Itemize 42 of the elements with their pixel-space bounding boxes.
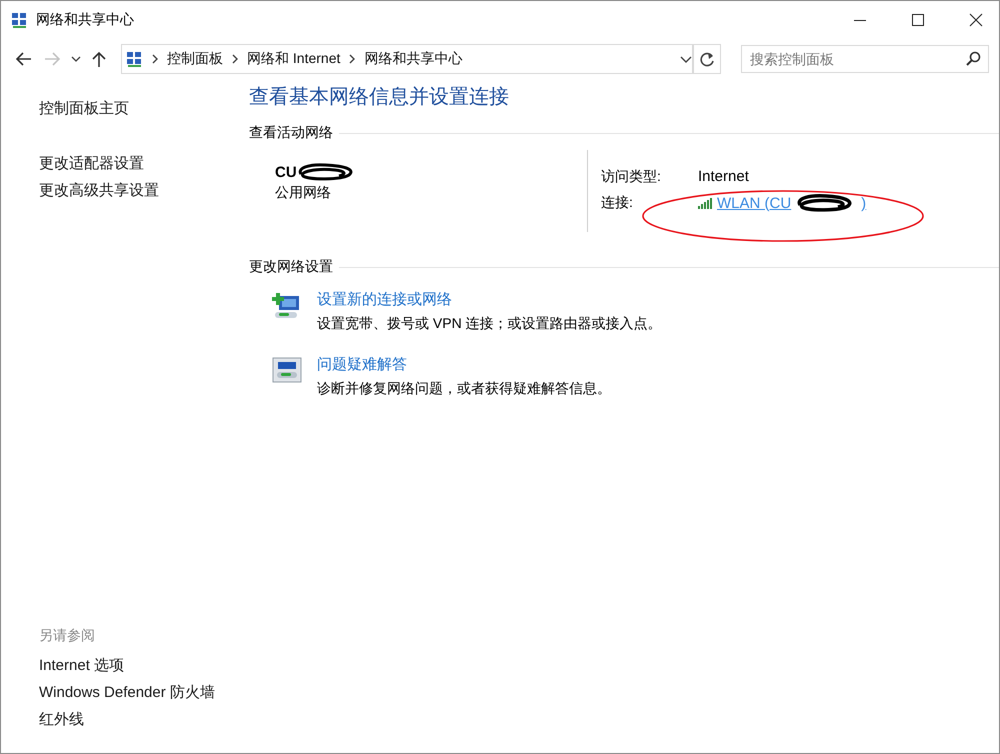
task-link[interactable]: 问题疑难解答 — [317, 355, 611, 374]
up-icon[interactable] — [91, 50, 107, 68]
chevron-icon — [348, 53, 356, 65]
field-label: 连接: — [601, 194, 634, 212]
window-title: 网络和共享中心 — [36, 11, 135, 29]
dropdown-icon[interactable] — [680, 54, 692, 64]
chevron-icon — [231, 53, 239, 65]
see-also-heading: 另请参阅 — [39, 627, 96, 645]
close-icon — [969, 13, 983, 27]
network-category: 公用网络 — [275, 184, 332, 202]
sidebar-link[interactable]: 更改适配器设置 — [39, 154, 249, 173]
search-field[interactable]: 搜索控制面板 — [741, 45, 989, 73]
refresh-button[interactable] — [693, 44, 721, 74]
task-link[interactable]: 设置新的连接或网络 — [317, 290, 662, 309]
task-description: 诊断并修复网络问题，或者获得疑难解答信息。 — [317, 380, 611, 398]
maximize-icon — [911, 13, 925, 27]
see-also-link[interactable]: 红外线 — [39, 710, 249, 729]
section-heading: 更改网络设置 — [249, 258, 333, 276]
breadcrumb-item[interactable]: 网络和共享中心 — [364, 50, 462, 68]
back-icon[interactable] — [15, 51, 33, 67]
troubleshoot-icon — [271, 355, 303, 385]
field-label: 访问类型: — [601, 168, 662, 186]
breadcrumb-item[interactable]: 控制面板 — [167, 50, 223, 68]
task-description: 设置宽带、拨号或 VPN 连接；或设置路由器或接入点。 — [317, 315, 662, 333]
refresh-icon — [700, 52, 714, 66]
search-icon — [966, 51, 981, 66]
connection-link[interactable]: WLAN (CU ) — [717, 194, 866, 212]
window-icon — [11, 11, 28, 29]
address-bar[interactable]: 控制面板 网络和 Internet 网络和共享中心 — [121, 44, 693, 74]
folder-network-icon — [126, 50, 143, 68]
see-also-link[interactable]: Windows Defender 防火墙 — [39, 683, 249, 702]
sidebar-link[interactable]: 控制面板主页 — [39, 99, 249, 118]
access-type-value: Internet — [698, 168, 750, 186]
signal-icon — [698, 197, 712, 209]
section-heading: 查看活动网络 — [249, 124, 333, 142]
breadcrumb-item[interactable]: 网络和 Internet — [247, 50, 340, 68]
page-heading: 查看基本网络信息并设置连接 — [249, 85, 510, 110]
network-name: CU — [275, 164, 357, 181]
see-also-link[interactable]: Internet 选项 — [39, 656, 249, 675]
recent-dropdown-icon[interactable] — [71, 54, 81, 64]
sidebar-link[interactable]: 更改高级共享设置 — [39, 181, 249, 200]
chevron-icon — [151, 53, 159, 65]
